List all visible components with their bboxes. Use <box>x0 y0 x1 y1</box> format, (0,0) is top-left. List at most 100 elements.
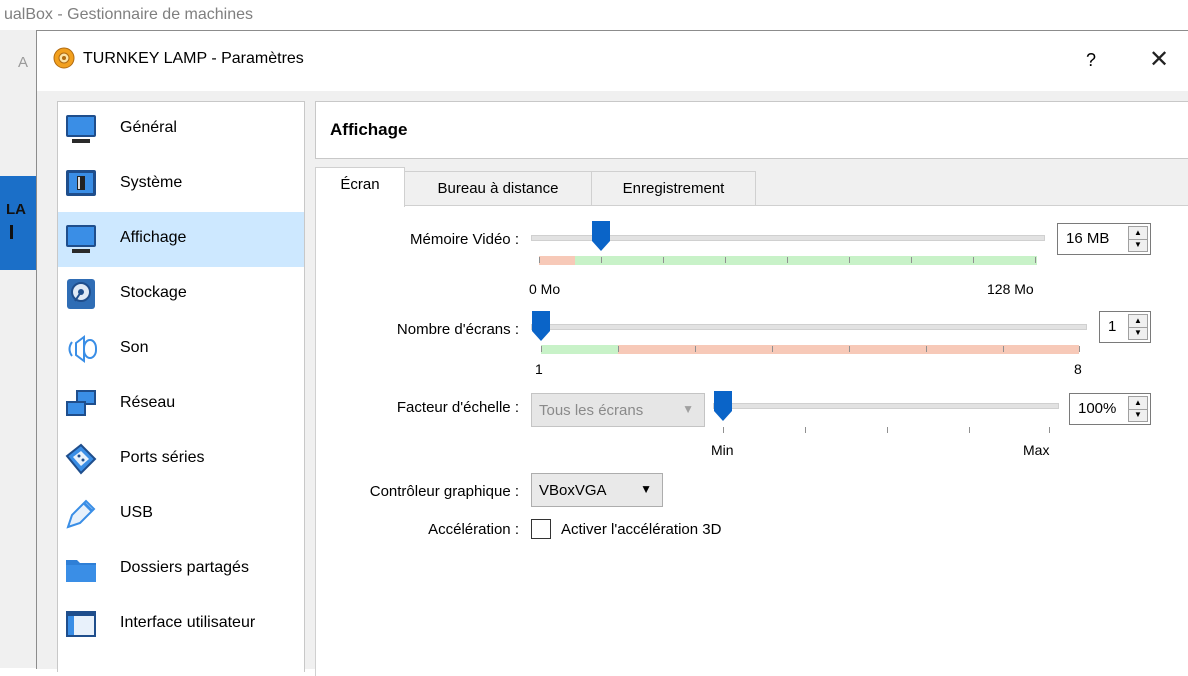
slider-tick <box>911 257 912 263</box>
tab-recording[interactable]: Enregistrement <box>591 171 756 206</box>
serial-port-icon <box>65 443 97 475</box>
scale-spinbox[interactable]: 100% ▲ ▼ <box>1069 393 1151 425</box>
settings-dialog: TURNKEY LAMP - Paramètres ? ✕ Général Sy… <box>36 30 1188 676</box>
graphics-controller-value: VBoxVGA <box>539 482 607 499</box>
tab-screen[interactable]: Écran <box>315 167 405 207</box>
sidebar-item-label: Dossiers partagés <box>120 559 249 576</box>
sidebar-item-label: Interface utilisateur <box>120 614 256 631</box>
slider-tick <box>723 427 724 433</box>
tab-remote-display[interactable]: Bureau à distance <box>404 171 592 206</box>
slider-tick <box>1049 427 1050 433</box>
sidebar-item-network[interactable]: Réseau <box>58 377 304 432</box>
scale-max-label: Max <box>1023 442 1050 458</box>
sidebar-item-storage[interactable]: Stockage <box>58 267 304 322</box>
motherboard-icon <box>66 170 96 196</box>
slider-tick <box>541 346 542 352</box>
settings-sidebar: Général Système Affichage Stockage Son R… <box>57 101 305 672</box>
slider-tick <box>1035 257 1036 263</box>
scale-slider-thumb[interactable] <box>714 391 732 421</box>
sidebar-item-audio[interactable]: Son <box>58 322 304 377</box>
section-header: Affichage <box>315 101 1188 159</box>
video-memory-low-zone <box>539 256 575 265</box>
video-memory-spinbox[interactable]: 16 MB ▲ ▼ <box>1057 223 1151 255</box>
spin-arrows[interactable]: ▲ ▼ <box>1128 226 1148 252</box>
slider-tick <box>787 257 788 263</box>
slider-tick <box>1079 346 1080 352</box>
slider-tick <box>969 427 970 433</box>
sidebar-item-shared-folders[interactable]: Dossiers partagés <box>58 542 304 597</box>
scale-slider-track[interactable] <box>713 403 1059 409</box>
video-memory-value: 16 MB <box>1066 230 1110 247</box>
slider-tick <box>539 257 540 263</box>
storage-icon <box>67 279 95 309</box>
close-button[interactable]: ✕ <box>1135 41 1183 79</box>
sidebar-item-system[interactable]: Système <box>58 157 304 212</box>
sidebar-item-general[interactable]: Général <box>58 102 304 157</box>
slider-tick <box>663 257 664 263</box>
screens-slider-thumb[interactable] <box>532 311 550 341</box>
tab-panel-screen <box>315 205 1188 676</box>
manager-vm-label: LA <box>6 201 26 218</box>
help-button[interactable]: ? <box>1071 43 1111 77</box>
screens-value: 1 <box>1108 318 1117 335</box>
scale-label: Facteur d'échelle : <box>396 399 519 416</box>
manager-selected-vm[interactable] <box>0 176 36 270</box>
slider-tick <box>805 427 806 433</box>
manager-vm-marker <box>10 225 13 239</box>
folder-icon <box>66 560 96 582</box>
sidebar-item-usb[interactable]: USB <box>58 487 304 542</box>
display-icon <box>66 225 96 253</box>
sidebar-item-serial-ports[interactable]: Ports séries <box>58 432 304 487</box>
screens-spinbox[interactable]: 1 ▲ ▼ <box>1099 311 1151 343</box>
enable-3d-label[interactable]: Activer l'accélération 3D <box>561 521 721 538</box>
slider-tick <box>1003 346 1004 352</box>
slider-tick <box>618 346 619 352</box>
screens-slider-track[interactable] <box>531 324 1087 330</box>
acceleration-label: Accélération : <box>428 521 519 538</box>
manager-partial-letter: A <box>18 54 29 71</box>
sidebar-item-label: Général <box>120 119 177 136</box>
video-memory-slider-thumb[interactable] <box>592 221 610 251</box>
manager-title: ualBox - Gestionnaire de machines <box>4 6 254 23</box>
sidebar-item-label: Son <box>120 339 149 356</box>
spin-down-icon[interactable]: ▼ <box>1129 239 1147 251</box>
slider-tick <box>725 257 726 263</box>
video-memory-good-zone <box>575 256 1037 265</box>
spin-down-icon[interactable]: ▼ <box>1129 409 1147 421</box>
dialog-title: TURNKEY LAMP - Paramètres <box>83 50 304 67</box>
sidebar-item-label: Affichage <box>120 229 187 246</box>
spin-arrows[interactable]: ▲ ▼ <box>1128 314 1148 340</box>
scale-dropdown-value: Tous les écrans <box>539 402 644 419</box>
usb-icon <box>66 499 96 529</box>
window-icon <box>66 611 96 637</box>
screens-label: Nombre d'écrans : <box>396 321 519 338</box>
network-icon <box>66 390 96 416</box>
sidebar-item-label: Système <box>120 174 183 191</box>
slider-tick <box>601 257 602 263</box>
slider-tick <box>973 257 974 263</box>
spin-arrows[interactable]: ▲ ▼ <box>1128 396 1148 422</box>
enable-3d-checkbox[interactable] <box>531 519 551 539</box>
graphics-controller-dropdown[interactable]: VBoxVGA ▼ <box>531 473 663 507</box>
sidebar-item-display[interactable]: Affichage <box>58 212 304 267</box>
speaker-icon <box>68 335 97 363</box>
slider-tick <box>926 346 927 352</box>
video-memory-label: Mémoire Vidéo : <box>410 231 519 248</box>
graphics-controller-label: Contrôleur graphique : <box>369 483 519 500</box>
chevron-down-icon: ▼ <box>682 402 694 416</box>
sidebar-item-label: Ports séries <box>120 449 205 466</box>
sidebar-item-label: Stockage <box>120 284 187 301</box>
scale-screen-dropdown[interactable]: Tous les écrans ▼ <box>531 393 705 427</box>
dialog-titlebar: TURNKEY LAMP - Paramètres ? ✕ <box>37 31 1188 91</box>
slider-tick <box>695 346 696 352</box>
spin-down-icon[interactable]: ▼ <box>1129 327 1147 339</box>
slider-tick <box>849 346 850 352</box>
manager-background <box>0 30 36 668</box>
video-memory-min-label: 0 Mo <box>529 281 561 297</box>
tab-label: Bureau à distance <box>437 180 559 197</box>
scale-value: 100% <box>1078 400 1117 417</box>
sidebar-item-label: USB <box>120 504 153 521</box>
screens-min-label: 1 <box>535 361 543 377</box>
sidebar-item-user-interface[interactable]: Interface utilisateur <box>58 597 304 652</box>
virtualbox-app-icon <box>53 47 75 69</box>
